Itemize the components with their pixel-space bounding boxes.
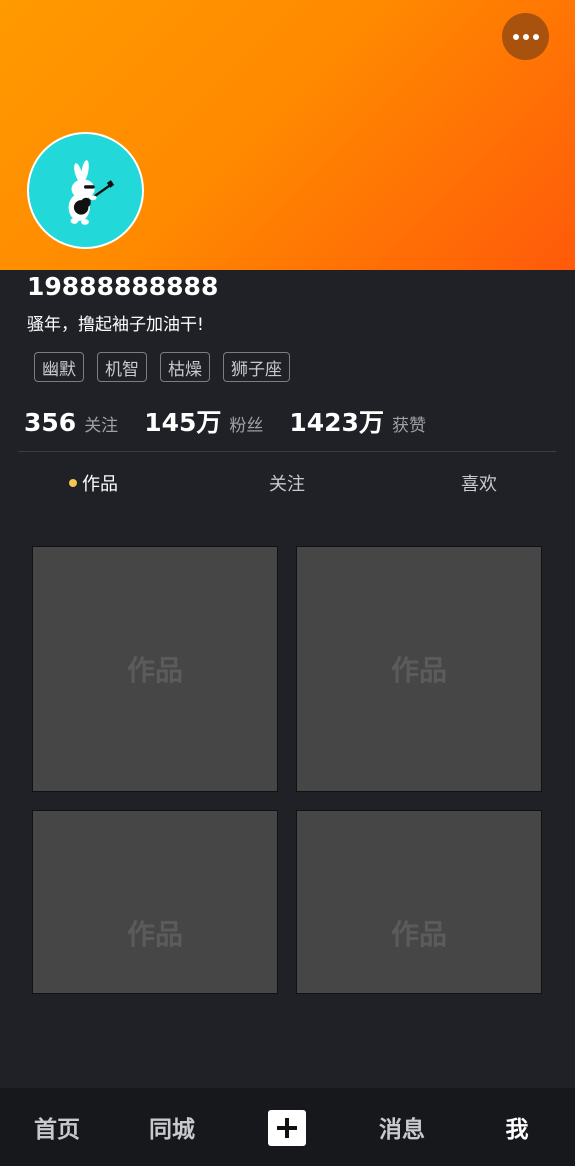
tag-item: 幽默	[34, 352, 84, 382]
stat-label: 获赞	[391, 416, 426, 436]
work-placeholder-label: 作品	[126, 918, 183, 951]
tag-item: 狮子座	[223, 352, 290, 382]
tab-label: 喜欢	[461, 474, 497, 495]
nav-home[interactable]: 首页	[28, 1088, 86, 1166]
tab-label: 作品	[82, 474, 118, 495]
work-item[interactable]: 作品	[296, 810, 542, 994]
stat-value: 145万	[144, 408, 222, 437]
more-dot	[532, 33, 539, 40]
tab-label: 关注	[269, 474, 305, 495]
work-placeholder-label: 作品	[126, 654, 183, 687]
work-item[interactable]: 作品	[32, 810, 278, 994]
rabbit-guitar-avatar-icon	[68, 160, 115, 225]
stat-followers[interactable]: 145万 粉丝	[144, 403, 263, 439]
work-item[interactable]: 作品	[32, 546, 278, 792]
plus-icon	[277, 1118, 297, 1138]
avatar[interactable]	[27, 132, 144, 249]
stat-label: 关注	[84, 416, 119, 436]
tab-works[interactable]: 作品	[69, 463, 118, 503]
stat-likes[interactable]: 1423万 获赞	[289, 403, 426, 439]
work-item[interactable]: 作品	[296, 546, 542, 792]
tab-likes[interactable]: 喜欢	[461, 463, 497, 503]
stat-value: 356	[24, 408, 77, 437]
nickname: 19888888888	[27, 272, 219, 301]
tab-following[interactable]: 关注	[269, 463, 305, 503]
more-dots-icon	[512, 33, 519, 40]
profile-stats: 356 关注 145万 粉丝 1423万 获赞	[24, 403, 452, 439]
nav-messages[interactable]: 消息	[373, 1088, 431, 1166]
active-dot-icon	[69, 479, 77, 487]
signature: 骚年，撸起袖子加油干!	[27, 315, 204, 335]
profile-page: 19888888888 骚年，撸起袖子加油干! 幽默 机智 枯燥 狮子座 356…	[0, 0, 575, 1166]
nav-me[interactable]: 我	[498, 1088, 536, 1166]
profile-tags: 幽默 机智 枯燥 狮子座	[34, 352, 290, 382]
tag-item: 机智	[97, 352, 147, 382]
divider	[18, 451, 556, 452]
more-dot	[522, 33, 529, 40]
work-placeholder-label: 作品	[390, 654, 447, 687]
work-placeholder-label: 作品	[390, 918, 447, 951]
profile-tabs: 作品 关注 喜欢	[0, 463, 575, 503]
create-button[interactable]	[268, 1110, 306, 1146]
stat-value: 1423万	[289, 408, 384, 437]
tag-item: 枯燥	[160, 352, 210, 382]
more-options-button[interactable]	[502, 13, 549, 60]
nav-nearby[interactable]: 同城	[143, 1088, 201, 1166]
stat-following[interactable]: 356 关注	[24, 408, 118, 437]
stat-label: 粉丝	[229, 416, 264, 436]
